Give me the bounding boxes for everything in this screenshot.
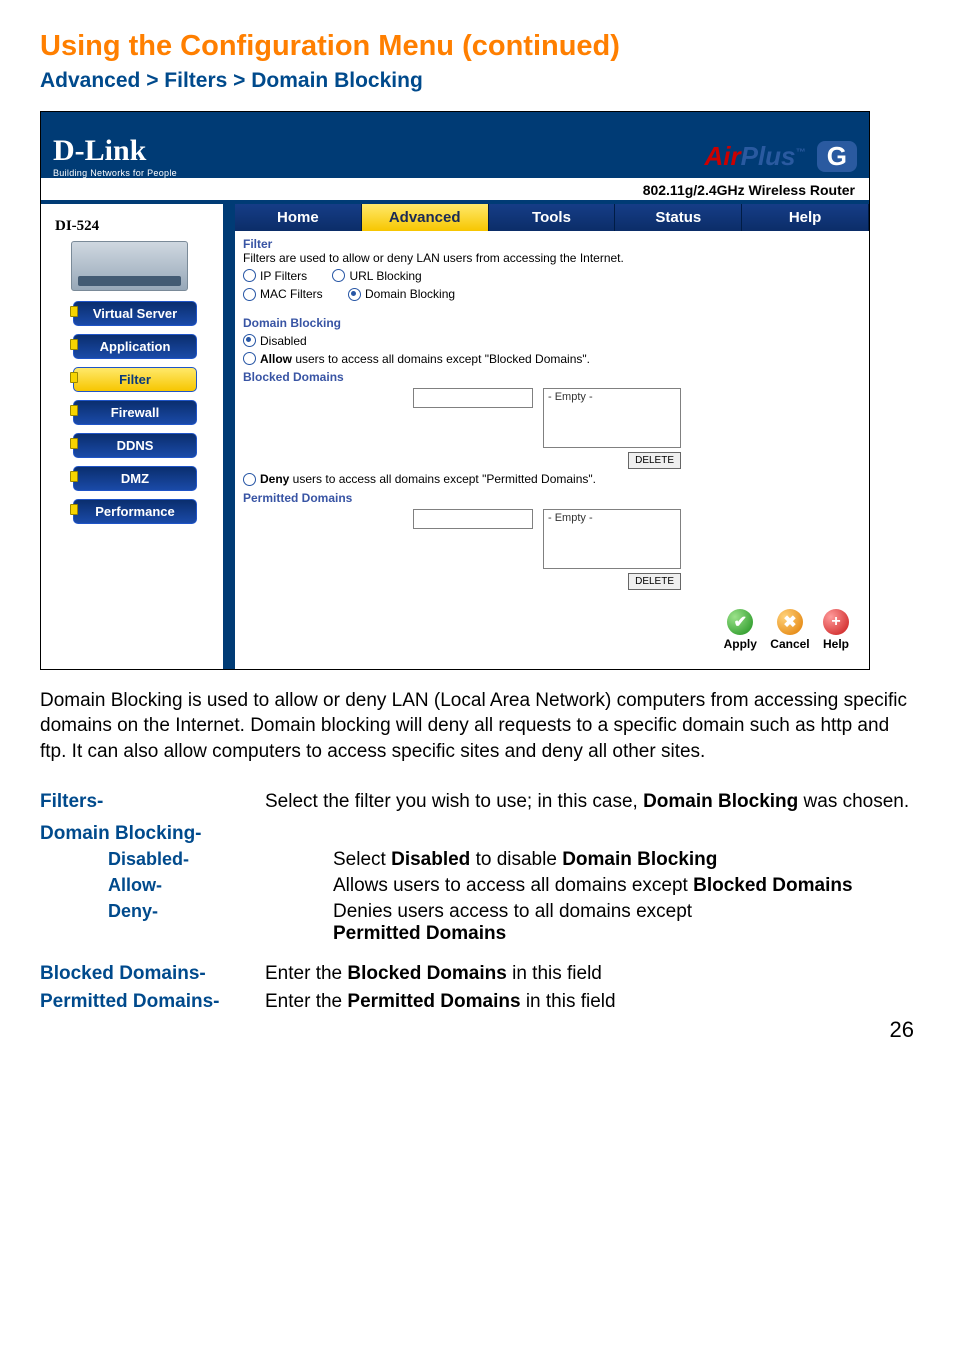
sidebar-item-performance[interactable]: Performance: [73, 499, 197, 524]
sidebar-item-firewall[interactable]: Firewall: [73, 400, 197, 425]
router-screenshot: D-Link Building Networks for People AirP…: [40, 111, 870, 670]
sidebar-label: DMZ: [121, 471, 149, 486]
sidebar-label: Virtual Server: [93, 306, 177, 321]
radio-label-rest: users to access all domains except "Bloc…: [292, 352, 590, 366]
def-deny-text: Denies users access to all domains excep…: [333, 901, 914, 945]
band-label: 802.11g/2.4GHz Wireless Router: [41, 178, 869, 204]
action-row: ✔ Apply ✖ Cancel + Help: [243, 593, 861, 659]
tab-help[interactable]: Help: [742, 204, 869, 231]
sidebar-item-application[interactable]: Application: [73, 334, 197, 359]
radio-icon: [243, 352, 256, 365]
delete-permitted-button[interactable]: DELETE: [628, 573, 681, 590]
brand-tagline: Building Networks for People: [53, 168, 177, 178]
def-blocked-domains-text: Enter the Blocked Domains in this field: [265, 963, 914, 985]
brand-name: D-Link: [53, 136, 177, 166]
def-domain-blocking-label: Domain Blocking-: [40, 823, 265, 845]
def-deny-label: Deny-: [40, 901, 333, 945]
radio-label-bold: Deny: [260, 472, 289, 486]
permitted-domain-list[interactable]: - Empty -: [543, 509, 681, 569]
breadcrumb: Advanced > Filters > Domain Blocking: [40, 69, 914, 93]
help-button[interactable]: + Help: [823, 609, 849, 651]
device-image: [71, 241, 188, 291]
radio-mac-filters[interactable]: MAC Filters: [243, 287, 323, 301]
description-paragraph: Domain Blocking is used to allow or deny…: [40, 688, 914, 765]
page-number: 26: [40, 1017, 914, 1043]
radio-label: Domain Blocking: [365, 287, 455, 301]
def-allow-text: Allows users to access all domains excep…: [333, 875, 914, 897]
tab-advanced[interactable]: Advanced: [362, 204, 489, 231]
action-label: Help: [823, 637, 849, 651]
delete-blocked-button[interactable]: DELETE: [628, 452, 681, 469]
def-filters-text: Select the filter you wish to use; in th…: [265, 791, 914, 813]
main-panel: Home Advanced Tools Status Help Filter F…: [235, 204, 869, 669]
sidebar: DI-524 Virtual Server Application Filter…: [41, 204, 235, 669]
sidebar-label: Performance: [95, 504, 174, 519]
blocked-domain-list[interactable]: - Empty -: [543, 388, 681, 448]
action-label: Cancel: [770, 637, 809, 651]
def-permitted-domains-label: Permitted Domains-: [40, 991, 265, 1013]
sidebar-item-ddns[interactable]: DDNS: [73, 433, 197, 458]
tab-bar: Home Advanced Tools Status Help: [235, 204, 869, 231]
x-icon: ✖: [777, 609, 803, 635]
def-filters-label: Filters-: [40, 791, 265, 813]
sidebar-label: Application: [100, 339, 171, 354]
check-icon: ✔: [727, 609, 753, 635]
radio-domain-blocking[interactable]: Domain Blocking: [348, 287, 455, 301]
def-blocked-domains-label: Blocked Domains-: [40, 963, 265, 985]
sidebar-item-dmz[interactable]: DMZ: [73, 466, 197, 491]
filter-desc: Filters are used to allow or deny LAN us…: [243, 251, 861, 265]
tab-tools[interactable]: Tools: [489, 204, 616, 231]
logo-tm: ™: [796, 147, 806, 158]
radio-icon: [243, 269, 256, 282]
radio-label: IP Filters: [260, 269, 307, 283]
logo-plus: Plus: [741, 141, 796, 171]
radio-label: URL Blocking: [349, 269, 421, 283]
sidebar-label: DDNS: [117, 438, 154, 453]
def-disabled-text: Select Disabled to disable Domain Blocki…: [333, 849, 914, 871]
logo-g: G: [817, 141, 857, 172]
definitions: Filters- Select the filter you wish to u…: [40, 791, 914, 1013]
blocked-domains-heading: Blocked Domains: [243, 370, 861, 384]
radio-deny[interactable]: Deny users to access all domains except …: [243, 472, 596, 486]
dlink-logo: D-Link Building Networks for People: [53, 136, 177, 178]
sidebar-item-filter[interactable]: Filter: [73, 367, 197, 392]
radio-ip-filters[interactable]: IP Filters: [243, 269, 307, 283]
permitted-domain-input[interactable]: [413, 509, 533, 529]
apply-button[interactable]: ✔ Apply: [724, 609, 757, 651]
radio-icon: [332, 269, 345, 282]
radio-label: Disabled: [260, 334, 307, 348]
cancel-button[interactable]: ✖ Cancel: [770, 609, 809, 651]
page-title: Using the Configuration Menu (continued): [40, 30, 914, 63]
radio-icon: [243, 334, 256, 347]
def-disabled-label: Disabled-: [40, 849, 333, 871]
radio-label-bold: Allow: [260, 352, 292, 366]
model-label: DI-524: [41, 214, 223, 241]
sidebar-label: Firewall: [111, 405, 159, 420]
blocked-domain-input[interactable]: [413, 388, 533, 408]
domain-blocking-heading: Domain Blocking: [243, 316, 861, 330]
permitted-domains-heading: Permitted Domains: [243, 491, 861, 505]
radio-allow[interactable]: Allow users to access all domains except…: [243, 352, 590, 366]
plus-icon: +: [823, 609, 849, 635]
sidebar-label: Filter: [119, 372, 151, 387]
logo-air: Air: [704, 141, 740, 171]
radio-label: MAC Filters: [260, 287, 323, 301]
action-label: Apply: [724, 637, 757, 651]
def-allow-label: Allow-: [40, 875, 333, 897]
tab-status[interactable]: Status: [615, 204, 742, 231]
tab-home[interactable]: Home: [235, 204, 362, 231]
radio-url-blocking[interactable]: URL Blocking: [332, 269, 421, 283]
radio-disabled[interactable]: Disabled: [243, 334, 307, 348]
radio-icon: [348, 288, 361, 301]
product-logo: AirPlus™ G: [704, 141, 857, 178]
sidebar-item-virtual-server[interactable]: Virtual Server: [73, 301, 197, 326]
radio-icon: [243, 288, 256, 301]
radio-icon: [243, 473, 256, 486]
filter-heading: Filter: [243, 237, 861, 251]
router-header: D-Link Building Networks for People AirP…: [41, 112, 869, 178]
main-content: Filter Filters are used to allow or deny…: [235, 231, 869, 669]
radio-label-rest: users to access all domains except "Perm…: [289, 472, 596, 486]
def-permitted-domains-text: Enter the Permitted Domains in this fiel…: [265, 991, 914, 1013]
